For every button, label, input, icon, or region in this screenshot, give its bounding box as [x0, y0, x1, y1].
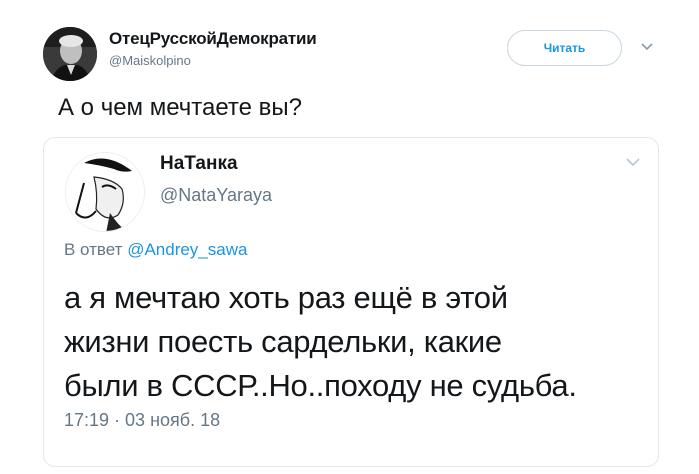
chevron-down-icon[interactable]: [640, 40, 654, 54]
reply-context: В ответ @Andrey_sawa: [64, 240, 247, 260]
quoted-timestamp[interactable]: 17:19 · 03 нояб. 18: [64, 410, 220, 431]
tweet-text: А о чем мечтаете вы?: [58, 94, 302, 121]
author-name[interactable]: ОтецРусскойДемократии: [109, 29, 317, 49]
author-avatar[interactable]: [43, 27, 97, 81]
reply-prefix: В ответ: [64, 240, 123, 259]
quoted-text-line: жизни поесть сардельки, какие: [64, 324, 502, 359]
quoted-author-handle[interactable]: @NataYaraya: [160, 185, 272, 206]
quoted-text-line: а я мечтаю хоть раз ещё в этой: [64, 280, 508, 315]
author-handle[interactable]: @Maiskolpino: [109, 53, 191, 68]
author-avatar-image: [43, 27, 97, 81]
quoted-tweet-text: а я мечтаю хоть раз ещё в этой жизни пое…: [64, 276, 654, 408]
reply-to-link[interactable]: @Andrey_sawa: [127, 240, 247, 259]
follow-button[interactable]: Читать: [507, 30, 622, 66]
quoted-text-line: были в СССР..Но..походу не судьба.: [64, 368, 577, 403]
chevron-down-icon[interactable]: [625, 155, 641, 169]
quoted-avatar-image: [66, 153, 144, 231]
quoted-author-avatar[interactable]: [65, 152, 145, 232]
quoted-author-name[interactable]: НаТанка: [160, 153, 238, 175]
